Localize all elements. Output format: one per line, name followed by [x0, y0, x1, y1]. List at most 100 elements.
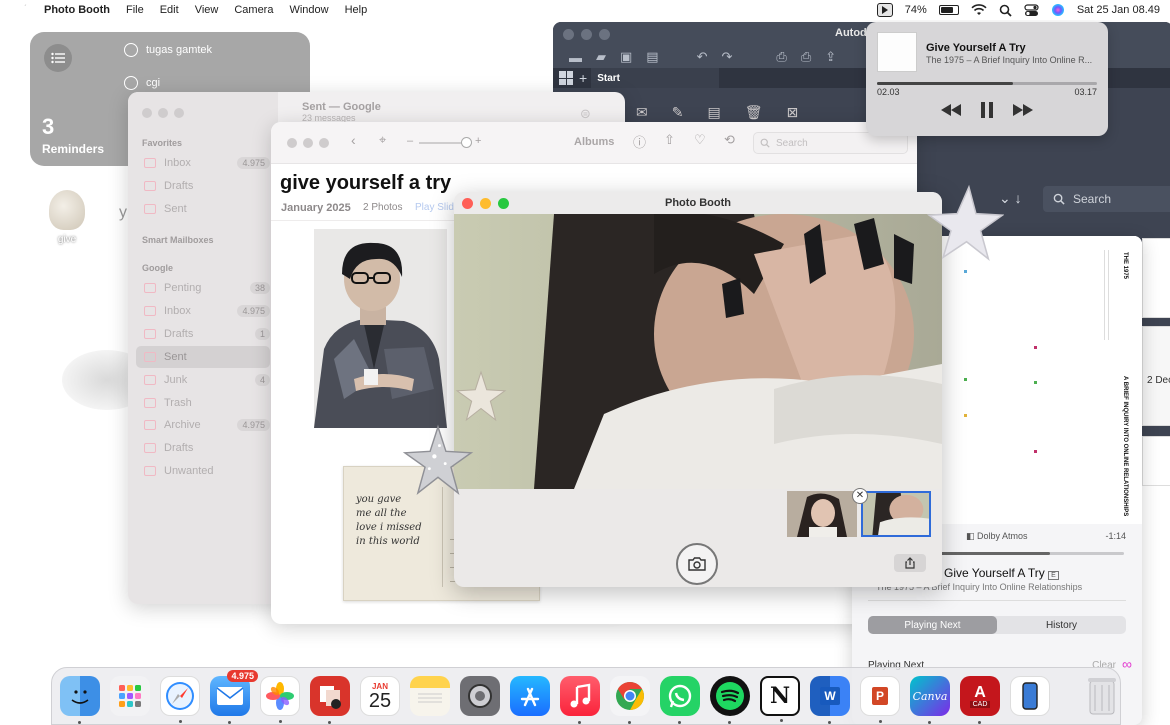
infinity-repeat-icon[interactable]: ∞	[1122, 656, 1132, 672]
fast-forward-icon[interactable]	[1013, 104, 1033, 116]
mail-app-icon[interactable]: 4.975	[210, 670, 258, 724]
compose-icon[interactable]: ✎	[672, 104, 684, 121]
close-button[interactable]	[142, 108, 152, 118]
music-progress-bar[interactable]	[940, 552, 1124, 555]
apple-menu-icon[interactable]	[16, 3, 30, 17]
music-app-icon[interactable]	[560, 676, 600, 724]
menu-app-name[interactable]: Photo Booth	[44, 4, 110, 16]
mailbox-sent-selected[interactable]: Sent	[136, 346, 270, 368]
iphone-mirroring-icon[interactable]	[1010, 676, 1050, 716]
canva-icon[interactable]: Canva	[910, 676, 950, 724]
menu-view[interactable]: View	[195, 4, 219, 16]
photos-app-icon[interactable]	[260, 676, 300, 723]
zoom-out-icon[interactable]: –	[407, 135, 413, 147]
open-folder-icon[interactable]: ▰	[596, 49, 606, 65]
autocad-icon[interactable]: A CAD	[960, 676, 1000, 724]
redo-icon[interactable]: ↷	[722, 49, 733, 65]
notes-app-icon[interactable]	[410, 676, 450, 716]
mailbox-drafts[interactable]: Drafts	[136, 175, 270, 197]
new-file-icon[interactable]: ▬	[569, 50, 582, 65]
system-settings-icon[interactable]	[460, 676, 500, 716]
minimize-button[interactable]	[158, 108, 168, 118]
close-button[interactable]	[287, 138, 297, 148]
zoom-slider[interactable]	[419, 137, 472, 148]
trash-icon[interactable]: 🗑︎	[745, 104, 763, 121]
trash-icon[interactable]	[1082, 676, 1122, 716]
rewind-icon[interactable]	[941, 104, 961, 116]
plot-icon[interactable]: ⎙	[801, 49, 811, 65]
albums-label[interactable]: Albums	[574, 136, 614, 148]
mailbox-trash[interactable]: Trash	[136, 392, 270, 414]
desktop-icon-give[interactable]: give	[44, 190, 90, 245]
info-icon[interactable]: ⓘ	[633, 132, 646, 151]
new-tab-icon[interactable]: +	[579, 70, 587, 86]
filter-icon[interactable]: ⊜	[580, 106, 591, 122]
photo-booth-app-icon[interactable]	[310, 676, 350, 724]
whatsapp-icon[interactable]	[660, 676, 700, 724]
calendar-app-icon[interactable]: JAN 25	[360, 676, 400, 716]
reminder-item[interactable]: tugas gamtek	[124, 43, 212, 57]
checkbox-icon[interactable]	[124, 43, 138, 57]
zoom-in-icon[interactable]: +	[475, 135, 481, 147]
photo-strip-thumbnail[interactable]	[787, 491, 857, 537]
delete-photo-button[interactable]: ✕	[852, 488, 868, 504]
heart-icon[interactable]: ♡	[694, 132, 706, 148]
save-as-icon[interactable]: ▤	[646, 49, 658, 65]
photo-strip-thumbnail-selected[interactable]	[861, 491, 931, 537]
mailbox-junk[interactable]: Junk 4	[136, 369, 270, 391]
mailbox-inbox[interactable]: Inbox 4.975	[136, 152, 270, 174]
print-icon[interactable]: ⎙	[776, 49, 786, 65]
tab-history[interactable]: History	[997, 616, 1126, 634]
checkbox-icon[interactable]	[124, 76, 138, 90]
envelope-icon[interactable]: ✉	[636, 104, 648, 121]
autodesk-search[interactable]: Search	[1043, 186, 1170, 212]
back-chevron-icon[interactable]: ‹	[351, 132, 356, 148]
reminder-item[interactable]: cgi	[124, 76, 160, 90]
mailbox-unwanted[interactable]: Unwanted	[136, 460, 270, 482]
spotlight-search-icon[interactable]	[999, 4, 1012, 17]
spotify-icon[interactable]	[710, 676, 750, 724]
mailbox-sent[interactable]: Sent	[136, 198, 270, 220]
control-center-icon[interactable]	[1024, 3, 1039, 17]
siri-icon[interactable]	[1051, 3, 1065, 17]
save-icon[interactable]: ▣	[620, 49, 632, 65]
mailbox-inbox[interactable]: Inbox 4.975	[136, 300, 270, 322]
menu-camera[interactable]: Camera	[234, 4, 273, 16]
tab-start[interactable]: Start	[591, 68, 720, 88]
close-button[interactable]	[563, 28, 574, 40]
crop-rotate-icon[interactable]: ⌖	[379, 132, 386, 148]
notion-icon[interactable]: N	[760, 676, 800, 722]
minimize-button[interactable]	[303, 138, 313, 148]
menu-file[interactable]: File	[126, 4, 144, 16]
menu-edit[interactable]: Edit	[160, 4, 179, 16]
battery-icon[interactable]	[938, 5, 959, 15]
pause-icon[interactable]	[981, 102, 993, 118]
now-playing-progress[interactable]	[877, 82, 1097, 85]
mailbox-drafts[interactable]: Drafts	[136, 437, 270, 459]
menu-help[interactable]: Help	[345, 4, 368, 16]
app-store-icon[interactable]	[510, 676, 550, 716]
mailbox-penting[interactable]: Penting 38	[136, 277, 270, 299]
chrome-icon[interactable]	[610, 676, 650, 724]
archive-icon[interactable]: ▤	[707, 104, 720, 121]
now-playing-status-icon[interactable]	[876, 3, 893, 17]
powerpoint-icon[interactable]: P	[860, 676, 900, 723]
album-photo-thumbnail[interactable]	[314, 229, 447, 428]
mailbox-drafts[interactable]: Drafts 1	[136, 323, 270, 345]
minimize-button[interactable]	[581, 28, 592, 40]
mailbox-archive[interactable]: Archive 4.975	[136, 414, 270, 436]
undo-icon[interactable]: ↶	[697, 49, 708, 65]
safari-icon[interactable]	[160, 676, 200, 723]
finder-icon[interactable]	[60, 676, 100, 724]
share-icon[interactable]: ⇧	[664, 132, 675, 148]
share-icon[interactable]: ⇪	[825, 49, 836, 65]
word-icon[interactable]: W	[810, 676, 850, 724]
junk-icon[interactable]: ⊠	[786, 104, 798, 121]
zoom-button[interactable]	[319, 138, 329, 148]
menu-window[interactable]: Window	[289, 4, 328, 16]
tab-playing-next[interactable]: Playing Next	[868, 616, 997, 634]
app-menu-grid-icon[interactable]	[559, 71, 573, 85]
share-button[interactable]	[894, 554, 926, 572]
take-photo-button[interactable]	[676, 543, 718, 585]
rotate-icon[interactable]: ⟲	[724, 132, 735, 148]
